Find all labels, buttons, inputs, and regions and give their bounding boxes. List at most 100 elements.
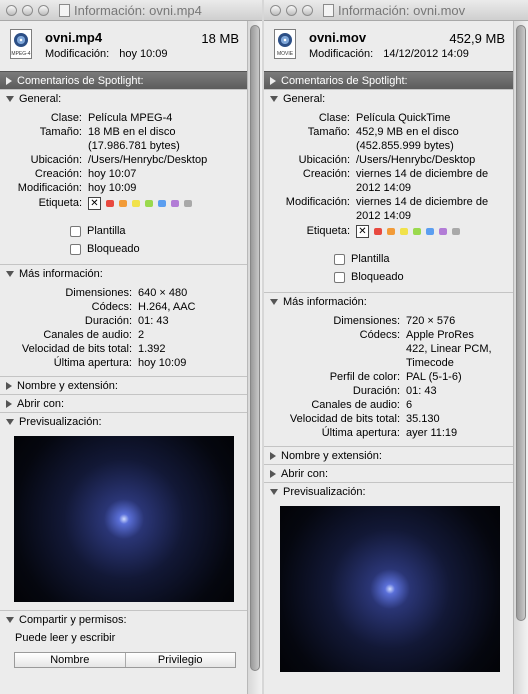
title-bar[interactable]: Información: ovni.mov <box>264 0 528 21</box>
tag-none-button[interactable]: ✕ <box>356 224 369 238</box>
disclosure-down-icon[interactable] <box>270 95 278 102</box>
info-value: H.264, AAC <box>138 301 196 313</box>
column-header-privilege[interactable]: Privilegio <box>125 653 235 667</box>
size-label: Tamaño: <box>39 126 82 138</box>
section-label: Compartir y permisos: <box>19 613 127 626</box>
checkbox[interactable] <box>70 243 81 255</box>
zoom-button[interactable] <box>38 4 49 16</box>
disclosure-right-icon[interactable] <box>6 76 12 85</box>
scrollbar[interactable] <box>513 21 528 694</box>
section-more-info[interactable]: Más información: <box>0 264 247 282</box>
modified-value-cont: 2012 14:09 <box>356 210 412 222</box>
tag-green-button[interactable] <box>145 199 153 207</box>
info-value: 6 <box>406 399 413 411</box>
info-value: 01: 43 <box>406 385 437 397</box>
tag-blue-button[interactable] <box>158 199 166 207</box>
checkbox[interactable] <box>334 271 345 283</box>
disclosure-right-icon[interactable] <box>6 381 12 390</box>
movie-file-icon: MOVIE <box>274 29 296 59</box>
info-label: Dimensiones: <box>65 287 132 299</box>
disclosure-down-icon[interactable] <box>6 616 14 623</box>
info-value: 1.392 <box>138 343 166 355</box>
disclosure-right-icon[interactable] <box>6 399 12 408</box>
section-general[interactable]: General: <box>264 89 513 107</box>
disclosure-down-icon[interactable] <box>270 298 278 305</box>
template-checkbox[interactable]: Plantilla <box>334 250 513 268</box>
disclosure-down-icon[interactable] <box>270 488 278 495</box>
info-label: Duración: <box>352 385 400 397</box>
tag-purple-button[interactable] <box>171 199 179 207</box>
tag-gray-button[interactable] <box>452 227 460 235</box>
section-open-with[interactable]: Abrir con: <box>264 464 513 482</box>
minimize-button[interactable] <box>22 4 33 16</box>
disclosure-down-icon[interactable] <box>6 270 14 277</box>
info-label <box>264 342 406 356</box>
section-label: Más información: <box>19 267 103 280</box>
section-label: Nombre y extensión: <box>281 449 382 462</box>
tag-purple-button[interactable] <box>439 227 447 235</box>
modified-value: viernes 14 de diciembre de <box>356 196 489 208</box>
disclosure-down-icon[interactable] <box>6 95 14 102</box>
section-name-extension[interactable]: Nombre y extensión: <box>264 446 513 464</box>
icon-caption: MOVIE <box>276 51 294 57</box>
tag-yellow-button[interactable] <box>132 199 140 207</box>
checkbox-label: Plantilla <box>351 253 390 265</box>
checkbox[interactable] <box>334 253 345 265</box>
checkbox[interactable] <box>70 225 81 237</box>
section-preview[interactable]: Previsualización: <box>0 412 247 430</box>
where-label: Ubicación: <box>298 154 350 166</box>
section-preview[interactable]: Previsualización: <box>264 482 513 500</box>
tag-yellow-button[interactable] <box>400 227 408 235</box>
created-label: Creación: <box>34 168 82 180</box>
scrollbar[interactable] <box>247 21 262 694</box>
tag-red-button[interactable] <box>106 199 114 207</box>
section-open-with[interactable]: Abrir con: <box>0 394 247 412</box>
info-value: Apple ProRes <box>406 329 474 341</box>
size-value: 452,9 MB en el disco <box>356 126 459 138</box>
window-title: Información: ovni.mov <box>338 2 466 18</box>
disclosure-right-icon[interactable] <box>270 451 276 460</box>
tag-orange-button[interactable] <box>119 199 127 207</box>
tag-none-button[interactable]: ✕ <box>88 196 101 210</box>
close-button[interactable] <box>6 4 17 16</box>
disclosure-right-icon[interactable] <box>270 76 276 85</box>
modified-label: Modificación: <box>45 48 110 60</box>
scroll-thumb[interactable] <box>516 25 526 621</box>
info-value: 720 × 576 <box>406 315 456 327</box>
video-preview[interactable] <box>14 436 234 602</box>
zoom-button[interactable] <box>302 4 313 16</box>
tag-red-button[interactable] <box>374 227 382 235</box>
section-spotlight[interactable]: Comentarios de Spotlight: <box>264 71 513 89</box>
tag-label: Etiqueta: <box>306 225 350 237</box>
section-name-extension[interactable]: Nombre y extensión: <box>0 376 247 394</box>
general-details: Clase: Película MPEG-4 Tamaño: 18 MB en el… <box>0 107 247 264</box>
tag-picker: ✕ <box>88 196 247 210</box>
template-checkbox[interactable]: Plantilla <box>70 222 247 240</box>
disclosure-right-icon[interactable] <box>270 469 276 478</box>
tag-blue-button[interactable] <box>426 227 434 235</box>
title-bar[interactable]: Información: ovni.mp4 <box>0 0 262 21</box>
close-button[interactable] <box>270 4 281 16</box>
tag-gray-button[interactable] <box>184 199 192 207</box>
video-preview[interactable] <box>280 506 500 672</box>
tag-orange-button[interactable] <box>387 227 395 235</box>
section-general[interactable]: General: <box>0 89 247 107</box>
file-size: 452,9 MB <box>449 31 505 46</box>
minimize-button[interactable] <box>286 4 297 16</box>
locked-checkbox[interactable]: Bloqueado <box>334 268 513 286</box>
section-more-info[interactable]: Más información: <box>264 292 513 310</box>
more-info-details: Dimensiones: 640 × 480 Códecs: H.264, AAC … <box>0 282 247 376</box>
section-spotlight[interactable]: Comentarios de Spotlight: <box>0 71 247 89</box>
section-sharing[interactable]: Compartir y permisos: <box>0 610 247 628</box>
section-label: Comentarios de Spotlight: <box>17 74 144 87</box>
checkbox-label: Bloqueado <box>87 243 140 255</box>
modified-value: hoy 10:09 <box>119 48 168 60</box>
tag-green-button[interactable] <box>413 227 421 235</box>
tag-label: Etiqueta: <box>38 197 82 209</box>
disclosure-down-icon[interactable] <box>6 418 14 425</box>
column-header-name[interactable]: Nombre <box>15 653 126 667</box>
scroll-thumb[interactable] <box>250 25 260 671</box>
locked-checkbox[interactable]: Bloqueado <box>70 240 247 258</box>
info-label: Duración: <box>84 315 132 327</box>
info-value: 2 <box>138 329 145 341</box>
